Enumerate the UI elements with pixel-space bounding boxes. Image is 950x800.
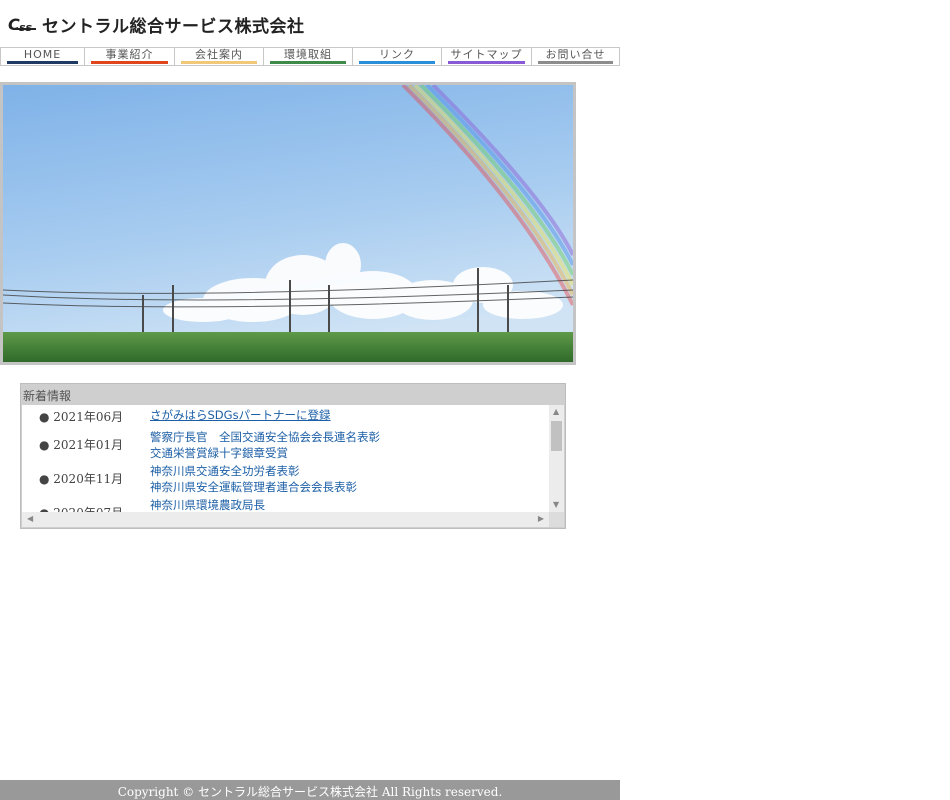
nav-sitemap[interactable]: サイトマップ (441, 48, 531, 65)
nav-company[interactable]: 会社案内 (174, 48, 263, 65)
site-header: C ss セントラル総合サービス株式会社 (0, 0, 620, 46)
global-nav: HOME 事業紹介 会社案内 環境取組 リンク サイトマップ お問い合せ (0, 47, 620, 66)
news-link[interactable]: 神奈川県交通安全功労者表彰 (150, 463, 549, 479)
nav-underline (359, 61, 435, 64)
scroll-down-icon[interactable]: ▼ (553, 501, 559, 509)
news-date: ● 2020年07月 (22, 495, 150, 513)
nav-home[interactable]: HOME (0, 48, 84, 65)
horizontal-scrollbar[interactable]: ◀ ▶ (22, 512, 549, 527)
svg-text:ss: ss (19, 21, 33, 33)
nav-underline (7, 61, 78, 64)
nav-label: リンク (379, 48, 415, 61)
news-list: ● 2021年06月 さがみはらSDGsパートナーに登録 ● 2021年01月 … (22, 405, 549, 512)
news-scroll-frame[interactable]: ● 2021年06月 さがみはらSDGsパートナーに登録 ● 2021年01月 … (22, 405, 564, 527)
news-title: 新着情報 (23, 389, 72, 403)
scroll-up-icon[interactable]: ▲ (553, 408, 559, 416)
hero-image-frame (0, 82, 576, 365)
site-footer: Copyright © セントラル総合サービス株式会社 All Rights r… (0, 780, 620, 800)
news-link[interactable]: さがみはらSDGsパートナーに登録 (150, 407, 549, 423)
news-body: 警察庁長官 全国交通安全協会会長連名表彰 交通栄誉賞緑十字銀章受賞 (150, 427, 549, 461)
nav-underline (91, 61, 168, 64)
hero-image (3, 85, 573, 362)
sky-landscape-image (3, 85, 573, 362)
scroll-thumb[interactable] (551, 421, 562, 451)
nav-label: 事業紹介 (105, 48, 154, 61)
nav-label: お問い合せ (545, 48, 606, 61)
news-link[interactable]: 神奈川県安全運転管理者連合会会長表彰 (150, 479, 549, 495)
news-item: ● 2021年06月 さがみはらSDGsパートナーに登録 (22, 405, 549, 427)
nav-links[interactable]: リンク (352, 48, 441, 65)
news-date: ● 2021年01月 (39, 437, 124, 452)
nav-label: 環境取組 (284, 48, 332, 61)
company-name: セントラル総合サービス株式会社 (42, 17, 305, 37)
scrollbar-corner (549, 512, 564, 527)
copyright-text: Copyright © セントラル総合サービス株式会社 All Rights r… (117, 785, 503, 799)
company-logo[interactable]: C ss (8, 15, 38, 33)
news-date: ● 2020年11月 (39, 471, 124, 486)
news-body: さがみはらSDGsパートナーに登録 (150, 405, 549, 427)
nav-underline (448, 61, 525, 64)
news-item: ● 2020年07月 神奈川県環境農政局長 (22, 495, 549, 512)
nav-underline (270, 61, 346, 64)
news-link[interactable]: 警察庁長官 全国交通安全協会会長連名表彰 (150, 429, 549, 445)
nav-contact[interactable]: お問い合せ (531, 48, 620, 65)
scroll-right-icon[interactable]: ▶ (538, 515, 544, 523)
news-date: ● 2021年06月 (39, 409, 124, 424)
nav-underline (181, 61, 257, 64)
news-panel: 新着情報 ● 2021年06月 さがみはらSDGsパートナーに登録 ● 2021… (20, 383, 566, 529)
news-link[interactable]: 神奈川県環境農政局長 (150, 497, 549, 512)
nav-label: サイトマップ (450, 48, 523, 61)
nav-services[interactable]: 事業紹介 (84, 48, 174, 65)
nav-environment[interactable]: 環境取組 (263, 48, 352, 65)
news-body: 神奈川県環境農政局長 (150, 495, 549, 512)
scroll-left-icon[interactable]: ◀ (27, 515, 33, 523)
nav-underline (538, 61, 613, 64)
news-link[interactable]: 交通栄誉賞緑十字銀章受賞 (150, 445, 549, 461)
nav-label: HOME (23, 48, 62, 61)
news-body: 神奈川県交通安全功労者表彰 神奈川県安全運転管理者連合会会長表彰 (150, 461, 549, 495)
nav-label: 会社案内 (195, 48, 243, 61)
vertical-scrollbar[interactable]: ▲ ▼ (549, 405, 564, 512)
news-item: ● 2021年01月 警察庁長官 全国交通安全協会会長連名表彰 交通栄誉賞緑十字… (22, 427, 549, 461)
news-item: ● 2020年11月 神奈川県交通安全功労者表彰 神奈川県安全運転管理者連合会会… (22, 461, 549, 495)
